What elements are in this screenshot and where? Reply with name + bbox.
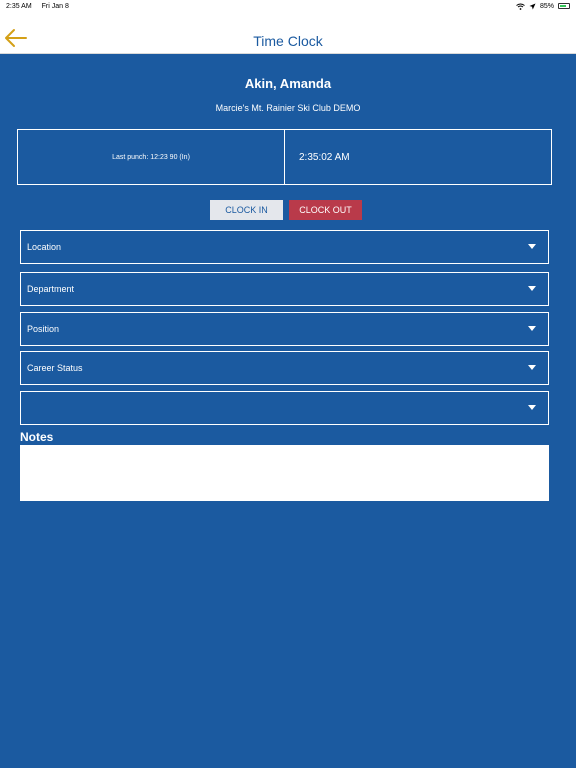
chevron-down-icon <box>528 326 536 331</box>
navigation-bar: Time Clock <box>0 12 576 54</box>
status-date: Fri Jan 8 <box>41 2 69 10</box>
punch-info-box: Last punch: 12:23 90 (In) 2:35:02 AM <box>17 129 552 185</box>
career-status-select[interactable]: Career Status <box>20 351 549 385</box>
organization-name: Marcie's Mt. Rainier Ski Club DEMO <box>215 103 361 113</box>
extra-select[interactable] <box>20 391 549 425</box>
current-time: 2:35:02 AM <box>299 151 350 163</box>
clock-out-button[interactable]: CLOCK OUT <box>289 200 362 220</box>
chevron-down-icon <box>528 244 536 249</box>
page-title: Time Clock <box>253 33 323 49</box>
clock-in-button[interactable]: CLOCK IN <box>210 200 283 220</box>
status-right: 85% <box>516 3 570 10</box>
notes-input[interactable] <box>20 445 549 501</box>
time-clock-content: Akin, Amanda Marcie's Mt. Rainier Ski Cl… <box>0 54 576 768</box>
last-punch-text: Last punch: 12:23 90 (In) <box>18 130 285 184</box>
position-select[interactable]: Position <box>20 312 549 346</box>
battery-percent: 85% <box>539 2 554 10</box>
wifi-icon <box>516 3 525 10</box>
location-arrow-icon <box>529 3 536 9</box>
notes-label: Notes <box>20 430 54 444</box>
status-left: 2:35 AM Fri Jan 8 <box>6 3 77 10</box>
status-bar: 2:35 AM Fri Jan 8 85% <box>0 0 576 12</box>
career-status-label: Career Status <box>27 363 83 373</box>
position-label: Position <box>27 324 60 334</box>
chevron-down-icon <box>528 365 536 370</box>
location-select[interactable]: Location <box>20 230 549 264</box>
department-label: Department <box>27 284 75 294</box>
battery-icon <box>558 3 570 9</box>
employee-name: Akin, Amanda <box>244 76 332 91</box>
chevron-down-icon <box>528 405 536 410</box>
department-select[interactable]: Department <box>20 272 549 306</box>
status-time: 2:35 AM <box>6 2 32 10</box>
chevron-down-icon <box>528 286 536 291</box>
location-label: Location <box>27 242 62 252</box>
